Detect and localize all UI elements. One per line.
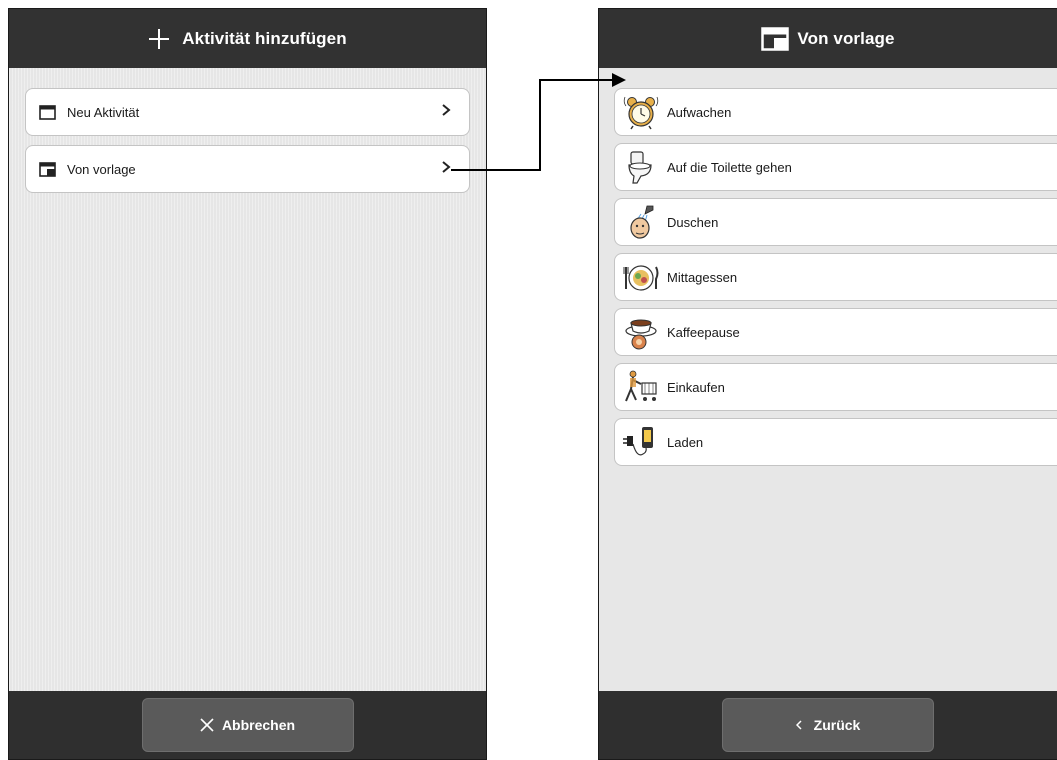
back-label: Zurück — [813, 717, 861, 733]
lunch-plate-icon — [621, 257, 661, 297]
template-item-toilette[interactable]: Auf die Toilette gehen — [614, 143, 1057, 191]
plus-icon — [148, 28, 170, 50]
template-calendar-icon — [37, 159, 57, 179]
add-activity-screen: Aktivität hinzufügen Neu Aktivität Von v… — [8, 8, 487, 760]
chevron-left-icon — [795, 720, 802, 730]
page-title: Aktivität hinzufügen — [182, 28, 347, 48]
from-template-footer: Zurück — [599, 691, 1057, 759]
activity-options-list: Neu Aktivität Von vorlage — [9, 68, 486, 691]
cancel-label: Abbrechen — [221, 717, 296, 733]
template-label: Einkaufen — [667, 379, 725, 395]
shower-icon — [621, 202, 661, 242]
close-icon — [200, 718, 214, 732]
shopping-cart-icon — [621, 367, 661, 407]
alarm-clock-icon — [621, 92, 661, 132]
template-label: Auf die Toilette gehen — [667, 159, 792, 175]
template-calendar-icon — [761, 26, 790, 51]
chevron-right-icon — [441, 160, 451, 179]
from-template-screen: Von vorlage Aufwachen Auf die Toilette g… — [598, 8, 1057, 760]
cancel-button[interactable]: Abbrechen — [141, 698, 354, 752]
new-activity-label: Neu Aktivität — [67, 104, 140, 120]
template-label: Aufwachen — [667, 104, 732, 120]
template-label: Duschen — [667, 214, 719, 230]
template-list: Aufwachen Auf die Toilette gehen Duschen… — [599, 68, 1057, 691]
calendar-icon — [37, 102, 57, 122]
page-title: Von vorlage — [797, 28, 895, 48]
from-template-label: Von vorlage — [67, 161, 136, 177]
phone-charger-icon — [621, 422, 661, 462]
toilet-icon — [621, 147, 661, 187]
template-item-mittagessen[interactable]: Mittagessen — [614, 253, 1057, 301]
chevron-right-icon — [441, 103, 451, 122]
template-label: Mittagessen — [667, 269, 738, 285]
coffee-cup-icon — [621, 312, 661, 352]
add-activity-footer: Abbrechen — [9, 691, 486, 759]
screenshot-stage: Aktivität hinzufügen Neu Aktivität Von v… — [0, 0, 1057, 760]
template-item-aufwachen[interactable]: Aufwachen — [614, 88, 1057, 136]
template-label: Kaffeepause — [667, 324, 740, 340]
new-activity-button[interactable]: Neu Aktivität — [25, 88, 470, 136]
from-template-header: Von vorlage — [599, 9, 1057, 68]
template-item-laden[interactable]: Laden — [614, 418, 1057, 466]
back-button[interactable]: Zurück — [722, 698, 934, 752]
add-activity-header: Aktivität hinzufügen — [9, 9, 486, 68]
from-template-button[interactable]: Von vorlage — [25, 145, 470, 193]
template-item-duschen[interactable]: Duschen — [614, 198, 1057, 246]
template-item-einkaufen[interactable]: Einkaufen — [614, 363, 1057, 411]
template-label: Laden — [667, 434, 704, 450]
template-item-kaffeepause[interactable]: Kaffeepause — [614, 308, 1057, 356]
